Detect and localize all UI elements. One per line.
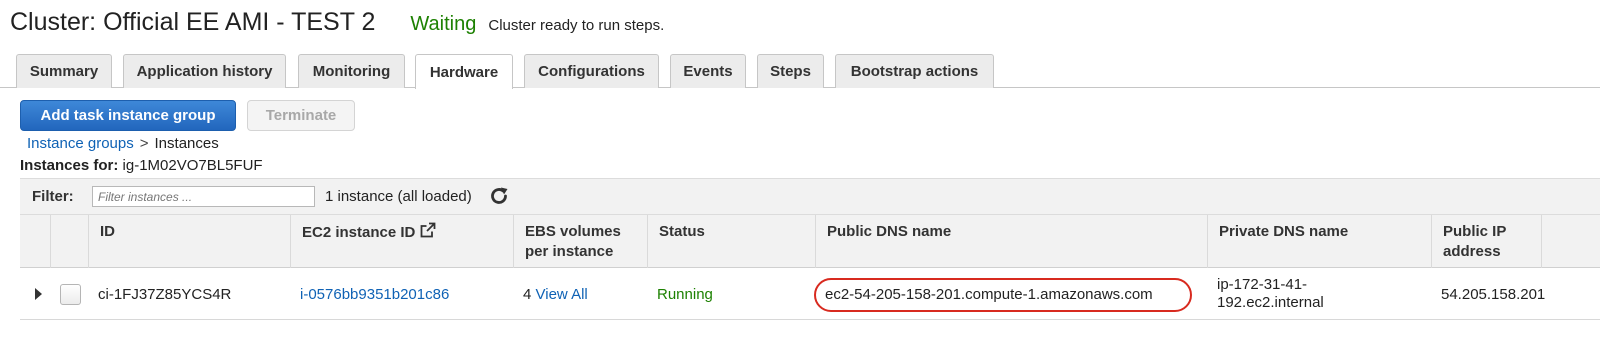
expand-column-header <box>20 215 50 268</box>
column-header-private-dns-label: Private DNS name <box>1219 223 1349 240</box>
cell-ebs-volumes: 4 View All <box>513 268 647 320</box>
cell-public-dns: ec2-54-205-158-201.compute-1.amazonaws.c… <box>825 285 1153 303</box>
cluster-status-text: Cluster ready to run steps. <box>488 17 665 34</box>
cluster-title: Cluster: Official EE AMI - TEST 2 <box>10 8 376 36</box>
column-header-public-dns-label: Public DNS name <box>827 223 952 240</box>
column-header-overflow <box>1541 215 1600 268</box>
breadcrumb-separator: > <box>139 135 149 152</box>
column-header-ec2-label: EC2 instance ID <box>302 224 416 241</box>
cell-public-ip: 54.205.158.201 <box>1441 285 1546 303</box>
column-header-id[interactable]: ID <box>88 215 290 268</box>
refresh-icon[interactable] <box>488 185 510 207</box>
instance-count: 1 instance (all loaded) <box>325 188 472 205</box>
instances-for: Instances for: ig-1M02VO7BL5FUF <box>20 157 263 174</box>
column-header-id-label: ID <box>100 223 115 240</box>
filter-bar: Filter: 1 instance (all loaded) <box>20 178 1600 215</box>
column-header-ebs-label: EBS volumes per instance <box>525 223 621 260</box>
column-header-ec2-instance-id[interactable]: EC2 instance ID <box>290 215 513 268</box>
expand-row-icon[interactable] <box>35 288 42 300</box>
tab-hardware[interactable]: Hardware <box>415 54 513 89</box>
tab-events[interactable]: Events <box>670 54 746 88</box>
ebs-volume-count: 4 <box>523 285 532 303</box>
tab-monitoring[interactable]: Monitoring <box>298 54 405 88</box>
table-header: ID EC2 instance ID EBS volumes per insta… <box>20 215 1600 268</box>
column-header-public-ip-label: Public IP address <box>1443 223 1507 260</box>
external-link-icon <box>420 222 436 238</box>
terminate-button[interactable]: Terminate <box>247 100 355 131</box>
instances-for-value: ig-1M02VO7BL5FUF <box>122 157 263 174</box>
breadcrumb-current: Instances <box>154 135 219 152</box>
column-header-status[interactable]: Status <box>647 215 815 268</box>
add-task-instance-group-button[interactable]: Add task instance group <box>20 100 236 131</box>
row-select-checkbox[interactable] <box>60 284 81 305</box>
breadcrumb: Instance groups > Instances <box>27 135 219 152</box>
column-header-ebs-volumes[interactable]: EBS volumes per instance <box>513 215 647 268</box>
column-header-private-dns[interactable]: Private DNS name <box>1207 215 1431 268</box>
tab-bar: Summary Application history Monitoring H… <box>0 54 1600 89</box>
column-header-status-label: Status <box>659 223 705 240</box>
tab-application-history[interactable]: Application history <box>123 54 286 88</box>
ec2-instance-id-link[interactable]: i-0576bb9351b201c86 <box>300 286 449 303</box>
cell-private-dns: ip-172-31-41-192.ec2.internal <box>1217 276 1324 311</box>
tab-steps[interactable]: Steps <box>757 54 824 88</box>
select-column-header <box>50 215 88 268</box>
cell-status: Running <box>657 285 713 303</box>
view-all-volumes-link[interactable]: View All <box>536 286 588 303</box>
cluster-header: Cluster: Official EE AMI - TEST 2 Waitin… <box>10 8 664 37</box>
column-header-public-dns[interactable]: Public DNS name <box>815 215 1207 268</box>
cell-id: ci-1FJ37Z85YCS4R <box>98 285 232 303</box>
cell-ec2-instance-id: i-0576bb9351b201c86 <box>290 268 513 320</box>
tab-bootstrap-actions[interactable]: Bootstrap actions <box>835 54 994 88</box>
filter-label: Filter: <box>32 188 74 205</box>
breadcrumb-instance-groups-link[interactable]: Instance groups <box>27 135 134 152</box>
cluster-status: Waiting <box>410 13 477 35</box>
filter-instances-input[interactable] <box>92 186 315 207</box>
table-row: ci-1FJ37Z85YCS4R i-0576bb9351b201c86 4 V… <box>20 268 1600 320</box>
tab-configurations[interactable]: Configurations <box>524 54 659 88</box>
column-header-public-ip[interactable]: Public IP address <box>1431 215 1541 268</box>
instances-for-label: Instances for: <box>20 157 119 174</box>
tab-summary[interactable]: Summary <box>16 54 112 88</box>
